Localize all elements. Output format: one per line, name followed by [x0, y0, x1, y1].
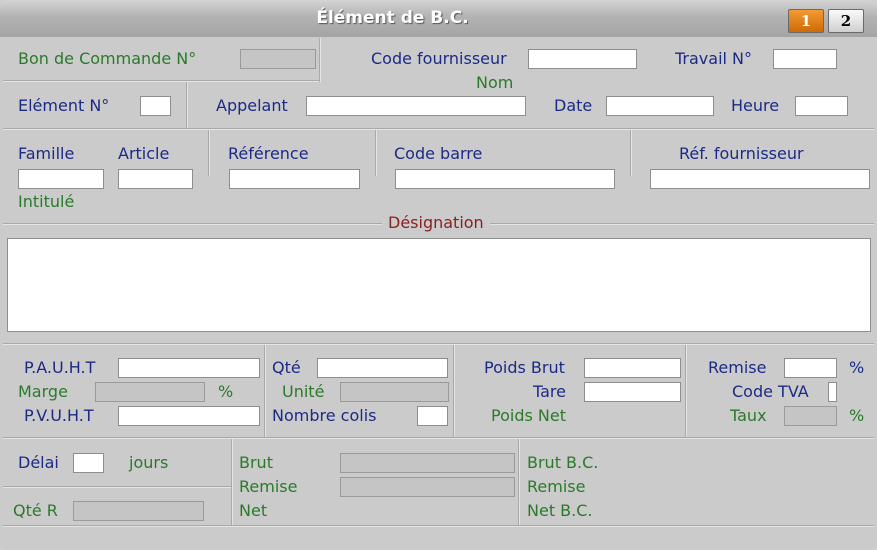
- jours-label: jours: [129, 453, 169, 472]
- divider: [518, 439, 520, 525]
- code-tva-input[interactable]: [828, 382, 837, 402]
- appelant-input[interactable]: [306, 96, 526, 116]
- divider: [3, 128, 874, 130]
- designation-textarea[interactable]: [7, 238, 871, 332]
- remise-label: Remise: [708, 358, 767, 377]
- taux-percent: %: [849, 406, 865, 425]
- marge-field: [95, 382, 205, 402]
- famille-input[interactable]: [18, 169, 104, 189]
- brut-bc-label: Brut B.C.: [527, 453, 599, 472]
- poids-brut-label: Poids Brut: [484, 358, 565, 377]
- marge-percent: %: [218, 382, 234, 401]
- taux-field: [784, 406, 837, 426]
- designation-header: Désignation: [382, 213, 490, 232]
- pauht-input[interactable]: [118, 358, 260, 378]
- code-barre-input[interactable]: [395, 169, 615, 189]
- divider: [231, 439, 233, 525]
- code-fournisseur-label: Code fournisseur: [371, 49, 507, 68]
- net-label: Net: [239, 501, 268, 520]
- ref-fournisseur-label: Réf. fournisseur: [679, 144, 804, 163]
- intitule-label: Intitulé: [18, 192, 75, 211]
- divider: [264, 345, 266, 437]
- code-tva-label: Code TVA: [732, 382, 809, 401]
- net-bc-label: Net B.C.: [527, 501, 593, 520]
- unite-field: [340, 382, 449, 402]
- heure-label: Heure: [731, 96, 780, 115]
- divider: [3, 343, 874, 345]
- appelant-label: Appelant: [216, 96, 288, 115]
- famille-label: Famille: [18, 144, 75, 163]
- nombre-colis-label: Nombre colis: [272, 406, 377, 425]
- title-bar: Élément de B.C. 1 2: [0, 0, 877, 37]
- date-input[interactable]: [606, 96, 714, 116]
- divider: [630, 130, 632, 176]
- heure-input[interactable]: [795, 96, 848, 116]
- code-fournisseur-input[interactable]: [528, 49, 637, 69]
- divider: [685, 345, 687, 437]
- poids-net-label: Poids Net: [491, 406, 566, 425]
- qte-r-field: [73, 501, 204, 521]
- reference-input[interactable]: [229, 169, 360, 189]
- date-label: Date: [554, 96, 593, 115]
- divider: [3, 525, 874, 527]
- travail-label: Travail N°: [675, 49, 753, 68]
- window-title: Élément de B.C.: [316, 8, 469, 28]
- remise2-label: Remise: [239, 477, 298, 496]
- divider: [453, 345, 455, 437]
- travail-input[interactable]: [773, 49, 837, 69]
- divider: [3, 80, 321, 82]
- bon-commande-label: Bon de Commande N°: [18, 49, 197, 68]
- qte-input[interactable]: [317, 358, 448, 378]
- unite-label: Unité: [282, 382, 325, 401]
- bon-commande-field: [240, 49, 316, 69]
- article-input[interactable]: [118, 169, 193, 189]
- remise2-field: [340, 477, 515, 497]
- ref-fournisseur-input[interactable]: [650, 169, 870, 189]
- divider: [375, 130, 377, 176]
- reference-label: Référence: [228, 144, 309, 163]
- element-label: Elément N°: [18, 96, 110, 115]
- window: Élément de B.C. 1 2 Bon de Commande N° C…: [0, 0, 877, 550]
- divider: [186, 82, 188, 128]
- tare-label: Tare: [533, 382, 566, 401]
- remise-bc-label: Remise: [527, 477, 586, 496]
- marge-label: Marge: [18, 382, 68, 401]
- element-input[interactable]: [140, 96, 171, 116]
- delai-input[interactable]: [73, 453, 104, 473]
- pauht-label: P.A.U.H.T: [24, 358, 96, 377]
- code-barre-label: Code barre: [394, 144, 483, 163]
- tare-input[interactable]: [584, 382, 681, 402]
- pvuht-input[interactable]: [118, 406, 260, 426]
- brut-label: Brut: [239, 453, 273, 472]
- divider: [208, 130, 210, 176]
- tab-page-2[interactable]: 2: [828, 9, 864, 33]
- article-label: Article: [118, 144, 170, 163]
- poids-brut-input[interactable]: [584, 358, 681, 378]
- brut-field: [340, 453, 515, 473]
- tab-page-1[interactable]: 1: [788, 9, 824, 33]
- nom-label: Nom: [476, 73, 514, 92]
- remise-input[interactable]: [784, 358, 837, 378]
- divider: [3, 437, 874, 439]
- qte-r-label: Qté R: [13, 501, 58, 520]
- nombre-colis-input[interactable]: [417, 406, 448, 426]
- taux-label: Taux: [730, 406, 767, 425]
- designation-label: Désignation: [388, 213, 484, 232]
- divider: [3, 486, 231, 488]
- remise-percent: %: [849, 358, 865, 377]
- delai-label: Délai: [18, 453, 59, 472]
- qte-label: Qté: [272, 358, 301, 377]
- divider: [319, 38, 321, 82]
- pvuht-label: P.V.U.H.T: [24, 406, 94, 425]
